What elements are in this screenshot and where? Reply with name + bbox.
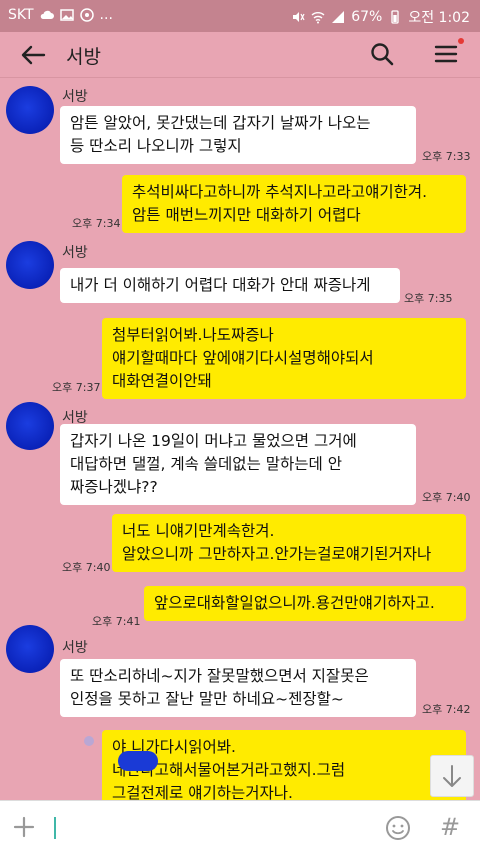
message-time: 오후 7:42 xyxy=(422,703,471,716)
avatar[interactable] xyxy=(6,241,54,289)
search-icon[interactable] xyxy=(368,40,396,68)
sender-name: 서방 xyxy=(62,245,88,261)
message-bubble[interactable]: 너도 니얘기만계속한겨. 알았으니까 그만하자고.안가는걸로얘기된거자나 xyxy=(112,514,466,572)
hashtag-search-button[interactable]: # xyxy=(440,813,460,841)
avatar xyxy=(84,736,94,746)
chat-header: 서방 xyxy=(0,32,480,78)
message-input-bar: # xyxy=(0,800,480,854)
signal-icon xyxy=(332,11,345,23)
image-icon xyxy=(59,9,74,21)
battery-icon xyxy=(391,10,399,24)
message-time: 오후 7:40 xyxy=(422,491,471,504)
message-time: 오후 7:40 xyxy=(62,561,111,574)
redaction-scribble xyxy=(118,751,158,771)
back-arrow-icon[interactable] xyxy=(18,40,48,70)
more-notifications: ... xyxy=(99,7,113,23)
cloud-icon xyxy=(40,10,54,19)
message-time: 오후 7:41 xyxy=(92,615,141,628)
message-bubble[interactable]: 또 딴소리하네~지가 잘못말했으면서 지잘못은 인정을 못하고 잘난 말만 하네… xyxy=(60,659,416,717)
message-bubble[interactable]: 갑자기 나온 19일이 머냐고 물었으면 그거에 대답하면 댈껄, 계속 쓸데없… xyxy=(60,424,416,505)
app-icon xyxy=(79,8,94,22)
message-bubble[interactable]: 추석비싸다고하니까 추석지나고라고얘기한겨. 암튼 매번느끼지만 대화하기 어렵… xyxy=(122,175,466,233)
hamburger-menu-icon[interactable] xyxy=(432,40,460,68)
sender-name: 서방 xyxy=(62,640,88,656)
message-list[interactable]: 서방 암튼 알았어, 못간댔는데 갑자기 날짜가 나오는 등 딴소리 나오니까 … xyxy=(0,78,480,800)
clock: 오전 1:02 xyxy=(408,10,470,26)
emoji-icon[interactable] xyxy=(385,815,411,841)
message-time: 오후 7:33 xyxy=(422,150,471,163)
text-caret xyxy=(54,817,56,839)
message-time: 오후 7:37 xyxy=(52,381,101,394)
message-time: 오후 7:34 xyxy=(72,217,121,230)
chat-title: 서방 xyxy=(66,46,101,68)
message-bubble[interactable]: 암튼 알았어, 못간댔는데 갑자기 날짜가 나오는 등 딴소리 나오니까 그렇지 xyxy=(60,106,416,164)
avatar[interactable] xyxy=(6,86,54,134)
message-input[interactable] xyxy=(50,811,374,847)
message-bubble[interactable]: 앞으로대화할일없으니까.용건만얘기하자고. xyxy=(144,586,466,621)
avatar[interactable] xyxy=(6,625,54,673)
wifi-icon xyxy=(311,12,325,24)
notification-dot xyxy=(458,38,464,44)
status-bar: SKT ... 67% 오전 1:02 xyxy=(0,0,480,32)
plus-icon[interactable] xyxy=(12,815,36,839)
battery-percent: 67% xyxy=(351,9,383,25)
sender-name: 서방 xyxy=(62,89,88,105)
mute-icon xyxy=(293,12,305,22)
arrow-down-icon[interactable] xyxy=(430,755,474,797)
message-bubble[interactable]: 첨부터읽어봐.나도짜증나 얘기할때마다 앞에얘기다시설명해야되서 대화연결이안돼 xyxy=(102,318,466,399)
avatar[interactable] xyxy=(6,402,54,450)
carrier-label: SKT xyxy=(8,7,34,23)
message-time: 오후 7:35 xyxy=(404,292,453,305)
message-bubble[interactable]: 내가 더 이해하기 어렵다 대화가 안대 짜증나게 xyxy=(60,268,400,303)
